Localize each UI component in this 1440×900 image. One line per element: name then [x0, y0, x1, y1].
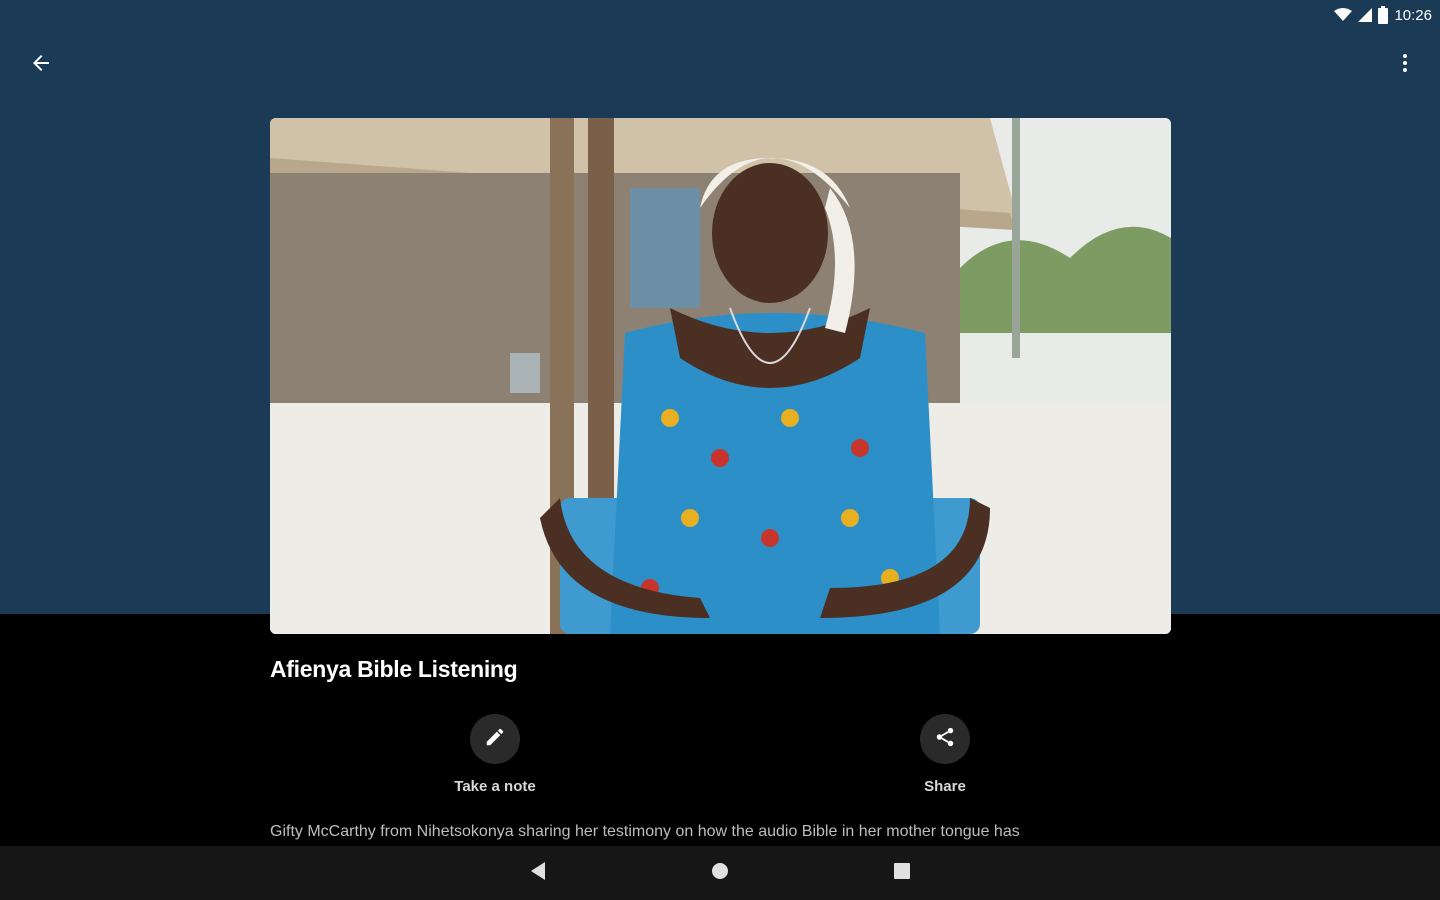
- back-button[interactable]: [22, 46, 60, 84]
- battery-icon: [1378, 6, 1389, 24]
- video-title: Afienya Bible Listening: [270, 656, 518, 682]
- more-options-button[interactable]: [1386, 46, 1424, 84]
- take-note-label: Take a note: [454, 778, 536, 795]
- status-bar: 10:26: [1200, 0, 1440, 30]
- video-description: Gifty McCarthy from Nihetsokonya sharing…: [270, 823, 1020, 840]
- arrow-back-icon: [29, 51, 53, 80]
- share-icon: [934, 726, 956, 753]
- nav-home-button[interactable]: [705, 858, 735, 888]
- more-vert-icon: [1393, 51, 1417, 80]
- share-button[interactable]: Share: [855, 714, 1035, 795]
- system-nav-bar: [0, 846, 1440, 900]
- pencil-icon: [484, 726, 506, 753]
- wifi-icon: [1334, 8, 1353, 22]
- video-thumbnail: [270, 118, 1171, 634]
- recents-square-icon: [893, 862, 911, 885]
- nav-back-button[interactable]: [523, 858, 553, 888]
- share-icon-circle: [920, 714, 970, 764]
- status-time: 10:26: [1394, 6, 1432, 24]
- nav-recents-button[interactable]: [887, 858, 917, 888]
- take-note-icon-circle: [470, 714, 520, 764]
- share-label: Share: [924, 778, 966, 795]
- home-circle-icon: [710, 861, 730, 886]
- take-note-button[interactable]: Take a note: [405, 714, 585, 795]
- cell-signal-icon: [1358, 8, 1373, 22]
- video-player[interactable]: [270, 118, 1171, 634]
- back-triangle-icon: [529, 861, 547, 886]
